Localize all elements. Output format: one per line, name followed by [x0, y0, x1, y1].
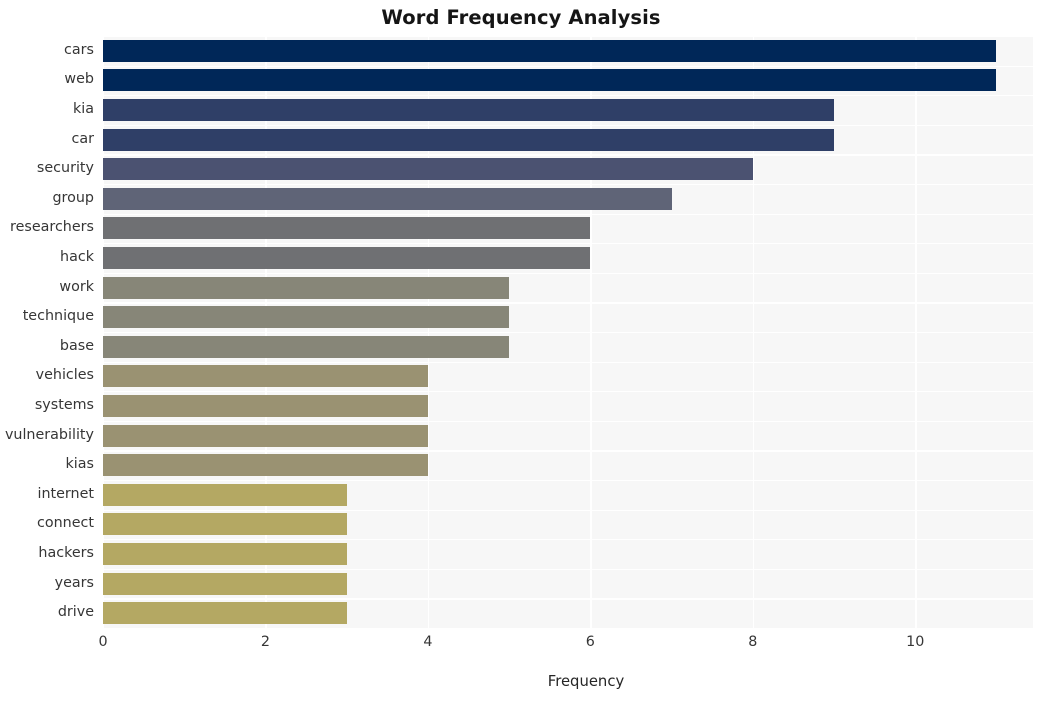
y-tick-label-group: group: [52, 189, 94, 206]
x-tick-label-6: 6: [585, 634, 595, 650]
y-tick-label-internet: internet: [37, 485, 94, 502]
y-tick-label-technique: technique: [22, 308, 94, 325]
y-tick-label-researchers: researchers: [10, 219, 94, 236]
x-tick-label-8: 8: [748, 634, 758, 650]
x-axis-label: Frequency: [547, 673, 625, 690]
y-tick-label-security: security: [36, 160, 94, 177]
y-tick-label-vulnerability: vulnerability: [4, 426, 94, 443]
y-tick-label-years: years: [54, 574, 94, 591]
x-tick-label-4: 4: [423, 634, 433, 650]
y-tick-label-drive: drive: [57, 604, 94, 621]
x-tick-label-10: 10: [906, 634, 925, 650]
y-tick-label-connect: connect: [37, 515, 94, 532]
y-tick-label-web: web: [64, 71, 94, 88]
x-axis-tick-labels: 0 2 4 6 8 10: [0, 634, 1042, 662]
y-tick-label-work: work: [59, 278, 94, 295]
y-tick-label-systems: systems: [34, 397, 94, 413]
x-tick-label-2: 2: [260, 634, 270, 650]
y-axis-tick-labels: cars web kia car security group researchers hac…: [0, 36, 1042, 628]
y-tick-label-vehicles: vehicles: [35, 367, 94, 384]
y-tick-label-kia: kia: [72, 101, 94, 117]
y-tick-label-hackers: hackers: [38, 545, 94, 561]
y-tick-label-kias: kias: [65, 456, 94, 473]
x-axis-label-wrapper: Frequency: [0, 673, 1042, 690]
chart-title: Word Frequency Analysis: [381, 6, 661, 29]
x-tick-label-0: 0: [98, 634, 108, 650]
y-tick-label-base: base: [59, 337, 94, 354]
y-tick-label-car: car: [71, 130, 95, 147]
y-tick-label-cars: cars: [64, 41, 94, 58]
word-frequency-chart-figure: Word Frequency Analysis cars web kia car sec…: [0, 0, 1042, 701]
y-tick-label-hack: hack: [60, 249, 94, 265]
